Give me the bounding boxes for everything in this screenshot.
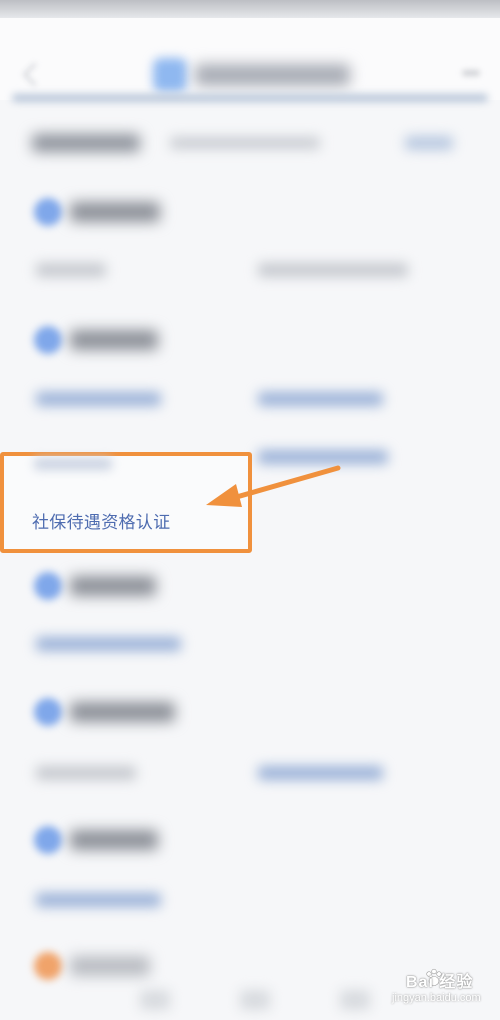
blurred-section-title: [70, 956, 150, 976]
watermark-url: jingyan.baidu.com: [392, 992, 481, 1004]
blurred-section-title: [70, 702, 175, 722]
baidu-jingyan-watermark: Bai 经验 jingyan.baidu.com: [388, 962, 493, 1012]
section-icon: [34, 826, 62, 854]
pointer-arrow-icon: [206, 465, 341, 507]
blurred-section-title: [70, 830, 158, 850]
section-icon: [34, 952, 62, 980]
blurred-service-item[interactable]: [36, 893, 161, 907]
nav-item[interactable]: [340, 990, 370, 1010]
blurred-service-item[interactable]: [258, 766, 383, 780]
blurred-service-item[interactable]: [36, 766, 136, 780]
blurred-service-item[interactable]: [36, 637, 181, 651]
blurred-service-page: 社保待遇资格认证 Bai 经验 jingyan.baidu.com: [0, 0, 500, 1020]
nav-item[interactable]: [140, 990, 170, 1010]
blurred-section-title: [70, 576, 156, 596]
watermark-brand: Bai 经验: [406, 974, 474, 991]
nav-item[interactable]: [240, 990, 270, 1010]
section-icon: [34, 698, 62, 726]
section-icon: [34, 572, 62, 600]
